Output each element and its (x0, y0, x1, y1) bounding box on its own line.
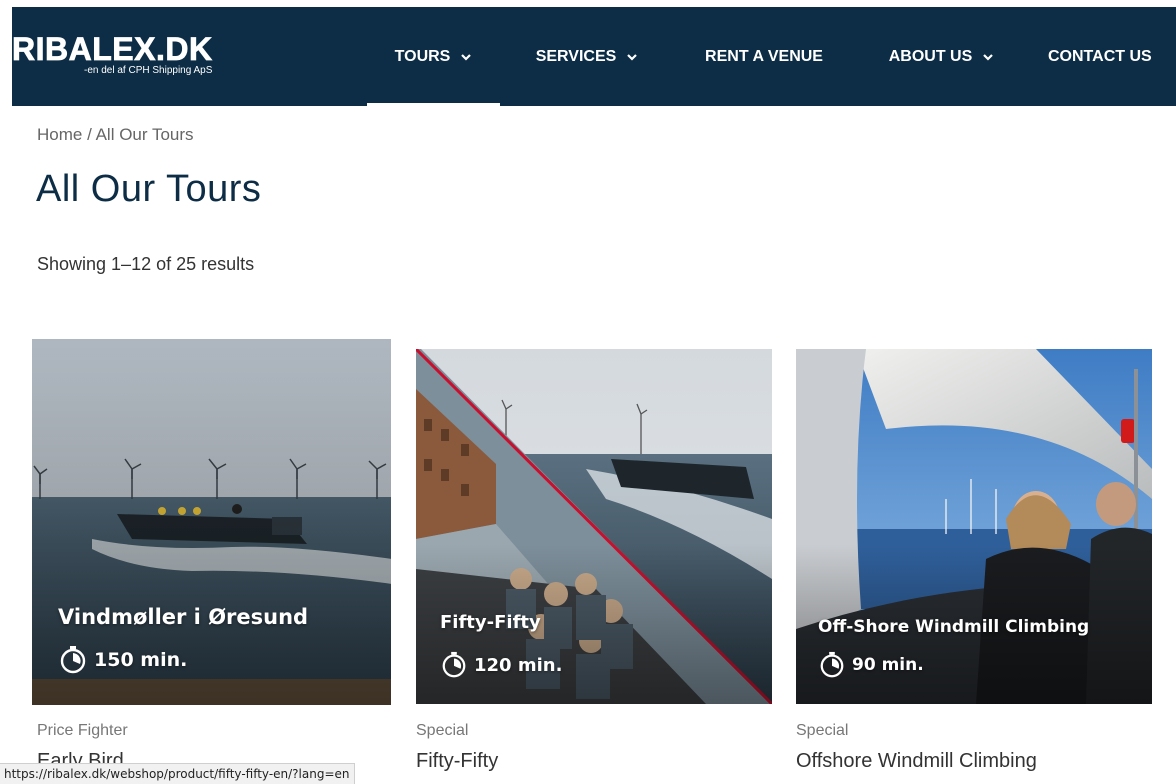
site-header: RIBALEX.DK -en del af CPH Shipping ApS T… (12, 7, 1176, 106)
nav-about-us[interactable]: ABOUT US (874, 7, 1009, 106)
logo-text: RIBALEX.DK (12, 31, 213, 68)
page-title: All Our Tours (36, 168, 262, 210)
site-logo[interactable]: RIBALEX.DK -en del af CPH Shipping ApS (12, 31, 252, 83)
timer-icon (442, 651, 466, 678)
product-overlay-title: Off-Shore Windmill Climbing (818, 617, 1090, 637)
product-name-link[interactable]: Offshore Windmill Climbing (796, 750, 1037, 773)
product-category: Price Fighter (37, 722, 128, 739)
nav-tours[interactable]: TOURS (367, 7, 500, 106)
product-name-link[interactable]: Fifty-Fifty (416, 750, 498, 773)
nav-label: SERVICES (535, 47, 617, 65)
product-overlay-title: Vindmøller i Øresund (58, 605, 309, 629)
chevron-down-icon (983, 53, 994, 61)
product-overlay-duration: 90 min. (818, 651, 924, 679)
nav-active-indicator (367, 103, 500, 106)
nav-label: TOURS (394, 47, 451, 65)
nav-label: CONTACT US (1048, 47, 1152, 65)
browser-status-url: https://ribalex.dk/webshop/product/fifty… (0, 763, 355, 784)
logo-tagline: -en del af CPH Shipping ApS (84, 65, 213, 76)
nav-contact-us[interactable]: CONTACT US (1048, 7, 1176, 106)
product-image-fifty-fifty[interactable]: Fifty-Fifty 120 min. (416, 349, 772, 704)
nav-services[interactable]: SERVICES (517, 7, 657, 106)
duration-text: 150 min. (94, 649, 188, 671)
product-overlay-title: Fifty-Fifty (440, 612, 541, 633)
nav-label: RENT A VENUE (705, 47, 823, 65)
product-overlay-duration: 150 min. (58, 645, 187, 675)
product-category: Special (416, 722, 469, 739)
product-category: Special (796, 722, 849, 739)
nav-rent-a-venue[interactable]: RENT A VENUE (684, 7, 844, 106)
duration-text: 120 min. (474, 654, 563, 676)
product-image-offshore-windmill-climbing[interactable]: Off-Shore Windmill Climbing 90 min. (796, 349, 1152, 704)
result-count: Showing 1–12 of 25 results (37, 254, 255, 274)
breadcrumb-separator: / (82, 125, 96, 144)
chevron-down-icon (627, 53, 638, 61)
breadcrumb: Home / All Our Tours (37, 125, 194, 145)
duration-text: 90 min. (852, 655, 924, 675)
breadcrumb-current: All Our Tours (95, 125, 194, 144)
breadcrumb-home-link[interactable]: Home (37, 125, 82, 144)
chevron-down-icon (461, 53, 472, 61)
product-overlay-duration: 120 min. (440, 651, 562, 679)
timer-icon (820, 651, 844, 678)
nav-label: ABOUT US (888, 47, 973, 65)
product-image-early-bird[interactable]: Vindmøller i Øresund 150 min. (32, 339, 391, 705)
timer-icon (60, 646, 86, 674)
